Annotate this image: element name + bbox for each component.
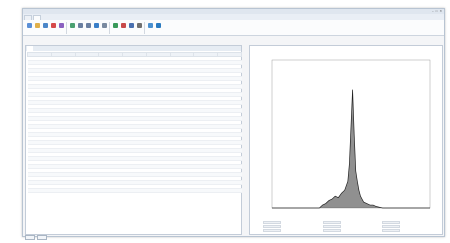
tab-analysis[interactable] bbox=[33, 15, 41, 20]
ribbon-button-add[interactable] bbox=[76, 22, 84, 34]
table-subtabs bbox=[26, 46, 241, 51]
histogram-panel bbox=[249, 45, 443, 235]
calc-icon bbox=[128, 22, 134, 28]
export-icon bbox=[58, 22, 64, 28]
stats-icon bbox=[112, 22, 118, 28]
open-icon bbox=[26, 22, 32, 28]
stat-field bbox=[322, 221, 378, 224]
stat-field bbox=[262, 221, 318, 224]
stat-value-box bbox=[382, 221, 401, 224]
ribbon-separator bbox=[109, 21, 110, 34]
filter-icon bbox=[93, 22, 99, 28]
ribbon-button-stats[interactable] bbox=[111, 22, 119, 34]
ribbon-button-calc[interactable] bbox=[127, 22, 135, 34]
stat-field bbox=[322, 225, 378, 228]
ribbon-button-settings[interactable] bbox=[146, 22, 154, 34]
table-body bbox=[27, 56, 242, 193]
stat-field bbox=[262, 229, 318, 232]
table-cell bbox=[51, 188, 76, 193]
table-cell bbox=[27, 188, 52, 193]
table-icon bbox=[42, 22, 48, 28]
title-bar: – □ ✕ bbox=[23, 9, 444, 14]
stat-value-box bbox=[382, 225, 401, 228]
print-icon bbox=[136, 22, 142, 28]
chart-icon bbox=[50, 22, 56, 28]
ribbon-toolbar bbox=[23, 20, 444, 36]
tab-home[interactable] bbox=[24, 15, 32, 20]
stat-field bbox=[322, 229, 378, 232]
stat-value-box bbox=[322, 225, 341, 228]
stat-value-box bbox=[263, 225, 281, 228]
import-icon bbox=[69, 22, 75, 28]
histogram-icon bbox=[120, 22, 126, 28]
stat-value-box bbox=[382, 229, 401, 232]
subtab-data[interactable] bbox=[27, 46, 33, 51]
bottom-button-2[interactable] bbox=[37, 234, 47, 240]
stat-field bbox=[262, 225, 318, 228]
bottom-button-1[interactable] bbox=[25, 234, 35, 240]
folder-icon bbox=[34, 22, 40, 28]
data-table bbox=[27, 52, 242, 193]
stat-value-box bbox=[322, 221, 341, 224]
table-cell bbox=[146, 188, 171, 193]
sort-icon bbox=[101, 22, 107, 28]
ribbon-separator bbox=[66, 21, 67, 34]
histogram-fill bbox=[272, 89, 430, 208]
stat-value-box bbox=[322, 229, 341, 232]
ribbon-button-filter[interactable] bbox=[92, 22, 100, 34]
close-button[interactable]: ✕ bbox=[439, 9, 442, 13]
stats-grid bbox=[262, 221, 437, 232]
table-cell bbox=[217, 188, 242, 193]
ribbon-button-print[interactable] bbox=[135, 22, 143, 34]
data-table-panel bbox=[25, 45, 242, 235]
bottom-bar bbox=[25, 234, 242, 240]
add-icon bbox=[77, 22, 83, 28]
ribbon-button-chart[interactable] bbox=[49, 22, 57, 34]
remove-icon bbox=[85, 22, 91, 28]
ribbon-button-table[interactable] bbox=[41, 22, 49, 34]
table-cell bbox=[98, 188, 123, 193]
minimize-button[interactable]: – bbox=[432, 9, 434, 13]
table-cell bbox=[75, 188, 99, 193]
ribbon-button-export[interactable] bbox=[57, 22, 65, 34]
table-cell bbox=[170, 188, 194, 193]
subtab-summary[interactable] bbox=[34, 46, 40, 51]
table-row[interactable] bbox=[27, 188, 242, 193]
ribbon-button-folder[interactable] bbox=[33, 22, 41, 34]
application-window: – □ ✕ bbox=[22, 8, 445, 240]
ribbon-button-histogram[interactable] bbox=[119, 22, 127, 34]
settings-icon bbox=[147, 22, 153, 28]
stat-value-box bbox=[263, 221, 281, 224]
table-cell bbox=[193, 188, 218, 193]
stat-field bbox=[381, 229, 437, 232]
window-controls: – □ ✕ bbox=[432, 9, 442, 13]
ribbon-button-help[interactable] bbox=[154, 22, 162, 34]
ribbon-button-import[interactable] bbox=[68, 22, 76, 34]
table-cell bbox=[122, 188, 147, 193]
stat-field bbox=[381, 225, 437, 228]
ribbon-button-open[interactable] bbox=[25, 22, 33, 34]
help-icon bbox=[155, 22, 161, 28]
ribbon-button-sort[interactable] bbox=[100, 22, 108, 34]
maximize-button[interactable]: □ bbox=[436, 9, 438, 13]
stat-field bbox=[381, 221, 437, 224]
ribbon-separator bbox=[144, 21, 145, 34]
histogram-chart bbox=[271, 59, 431, 209]
stat-value-box bbox=[263, 229, 281, 232]
ribbon-button-remove[interactable] bbox=[84, 22, 92, 34]
